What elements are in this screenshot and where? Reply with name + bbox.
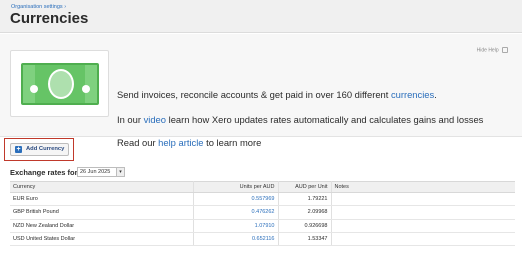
banner-line2-post: learn how Xero updates rates automatical… <box>166 114 484 125</box>
exchange-rates-label: Exchange rates for <box>10 168 78 177</box>
table-row: NZD New Zealand Dollar 1.07910 0.926698 <box>10 219 515 233</box>
banknote-coin-left <box>30 85 38 93</box>
cell-notes <box>331 219 515 233</box>
currencies-link[interactable]: currencies <box>391 89 434 100</box>
banknote-illustration <box>10 50 109 117</box>
cell-aud-per-unit: 1.53347 <box>278 232 332 247</box>
banknote-coin-right <box>82 85 90 93</box>
column-header-currency: Currency <box>10 181 194 193</box>
banner-line1-end: . <box>434 89 437 100</box>
add-currency-highlight: + Add Currency <box>4 138 74 161</box>
help-icon <box>502 47 508 53</box>
table-row: GBP British Pound 0.476262 2.09968 <box>10 205 515 220</box>
column-header-aud-per-unit: AUD per Unit <box>278 181 332 193</box>
table-header-row: Currency Units per AUD AUD per Unit Note… <box>10 181 515 193</box>
help-banner: Hide Help Send invoices, reconcile accou… <box>0 34 522 148</box>
cell-currency: USD United States Dollar <box>10 232 194 247</box>
hide-help-link[interactable]: Hide Help <box>477 47 508 53</box>
banner-line-help-article: Read our help article to learn more <box>117 137 261 148</box>
cell-aud-per-unit: 1.79221 <box>278 192 332 207</box>
banknote-icon <box>21 63 99 105</box>
cell-currency: GBP British Pound <box>10 205 194 220</box>
table-row: USD United States Dollar 0.652116 1.5334… <box>10 232 515 247</box>
exchange-rates-table: Currency Units per AUD AUD per Unit Note… <box>10 181 515 247</box>
column-header-notes: Notes <box>331 181 515 193</box>
cell-units-per-aud[interactable]: 1.07910 <box>193 219 279 233</box>
help-article-link[interactable]: help article <box>158 137 203 148</box>
table-row: EUR Euro 0.557969 1.79221 <box>10 192 515 207</box>
cell-notes <box>331 192 515 207</box>
cell-currency: EUR Euro <box>10 192 194 207</box>
column-header-units-per-aud: Units per AUD <box>193 181 279 193</box>
cell-units-per-aud[interactable]: 0.652116 <box>193 232 279 247</box>
cell-notes <box>331 205 515 220</box>
chevron-down-icon[interactable]: ▾ <box>116 168 124 176</box>
plus-icon: + <box>15 146 22 153</box>
cell-notes <box>331 232 515 247</box>
banknote-center-circle <box>48 69 74 99</box>
cell-aud-per-unit: 0.926698 <box>278 219 332 233</box>
banner-line-currencies: Send invoices, reconcile accounts & get … <box>117 89 437 100</box>
banknote-strip-right <box>85 65 97 103</box>
hide-help-label: Hide Help <box>476 47 499 54</box>
banner-line2-pre: In our <box>117 114 144 125</box>
banner-line1-text: Send invoices, reconcile accounts & get … <box>117 89 391 100</box>
exchange-date-select[interactable]: 26 Jun 2025 ▾ <box>77 167 125 177</box>
banner-line3-pre: Read our <box>117 137 159 148</box>
add-currency-button[interactable]: + Add Currency <box>10 143 69 156</box>
banknote-strip-left <box>23 65 35 103</box>
cell-units-per-aud[interactable]: 0.557969 <box>193 192 279 207</box>
page-header: Organisation settings › Currencies <box>0 0 522 33</box>
cell-currency: NZD New Zealand Dollar <box>10 219 194 233</box>
add-currency-label: Add Currency <box>26 146 65 152</box>
cell-units-per-aud[interactable]: 0.476262 <box>193 205 279 220</box>
cell-aud-per-unit: 2.09968 <box>278 205 332 220</box>
exchange-date-value: 26 Jun 2025 <box>80 169 111 175</box>
video-link[interactable]: video <box>144 114 166 125</box>
banner-line-video: In our video learn how Xero updates rate… <box>117 114 483 125</box>
page-title: Currencies <box>10 10 89 27</box>
banner-line3-post: to learn more <box>203 137 262 148</box>
